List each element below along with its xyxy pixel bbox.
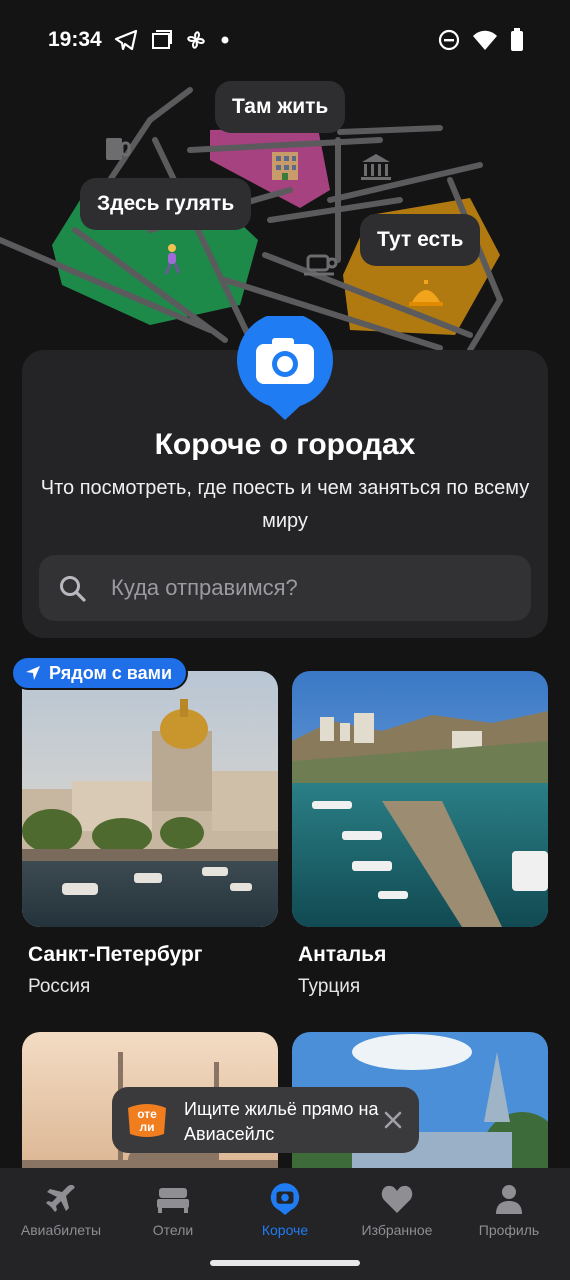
do-not-disturb-icon [438,29,460,51]
nearby-badge: Рядом с вами [11,656,189,690]
home-indicator[interactable] [210,1260,360,1266]
nav-item-favorites[interactable]: Избранное [340,1182,454,1238]
city-country-spb: Россия [28,976,91,997]
search-input[interactable]: Куда отправимся? [39,555,531,621]
nav-label-korochE: Короче [261,1222,309,1238]
screen-icon [152,30,172,49]
eat-bubble: Тут есть [360,214,481,266]
heart-icon [381,1185,413,1213]
search-icon [60,576,86,602]
plane-icon [46,1184,75,1212]
bed-icon [157,1188,189,1213]
toast-message: Ищите жильё прямо на Авиасейлс [184,1099,379,1144]
close-icon[interactable] [380,1107,406,1133]
status-bar: 19:34 [0,0,570,80]
building-icon [272,152,298,180]
antalya-photo [292,671,548,927]
museum-icon [361,154,391,180]
status-time: 19:34 [48,28,102,51]
page-title: Короче о городах [154,428,416,461]
svg-text:оте: оте [137,1107,157,1121]
person-icon [496,1185,522,1214]
walk-bubble: Здесь гулять [80,178,252,230]
nav-item-profile[interactable]: Профиль [452,1182,566,1238]
city-card-image-antalya[interactable] [292,671,548,927]
city-name-spb[interactable]: Санкт-Петербург [28,943,203,967]
page-subtitle: Что посмотреть, где поесть и чем занятьс… [40,477,530,532]
nav-label-flights: Авиабилеты [20,1222,102,1238]
nearby-badge-label: Рядом с вами [49,662,173,683]
spb-photo [22,671,278,927]
battery-icon [511,28,523,51]
nav-label-favorites: Избранное [361,1222,433,1238]
location-arrow-icon [26,666,40,680]
telegram-icon [114,29,138,51]
nav-item-hotels[interactable]: Отели [116,1182,230,1238]
hotels-logo-icon: оте ли [124,1100,170,1145]
fan-icon [187,31,205,49]
camera-pin-nav-icon [270,1183,300,1216]
nav-item-korochE[interactable]: Короче [228,1182,342,1238]
hotels-promo-toast[interactable]: оте ли Ищите жильё прямо на Авиасейлс [112,1087,419,1153]
city-name-antalya[interactable]: Анталья [298,943,386,967]
wifi-icon [473,30,497,50]
nav-item-flights[interactable]: Авиабилеты [4,1182,118,1238]
nav-label-hotels: Отели [152,1222,194,1238]
camera-pin-icon [237,316,333,420]
dot-icon [221,36,229,44]
city-card-image-spb[interactable] [22,671,278,927]
nav-label-profile: Профиль [478,1222,540,1238]
search-placeholder: Куда отправимся? [111,575,298,600]
city-country-antalya: Турция [298,976,361,997]
live-bubble: Там жить [215,81,346,133]
svg-text:ли: ли [140,1120,155,1134]
